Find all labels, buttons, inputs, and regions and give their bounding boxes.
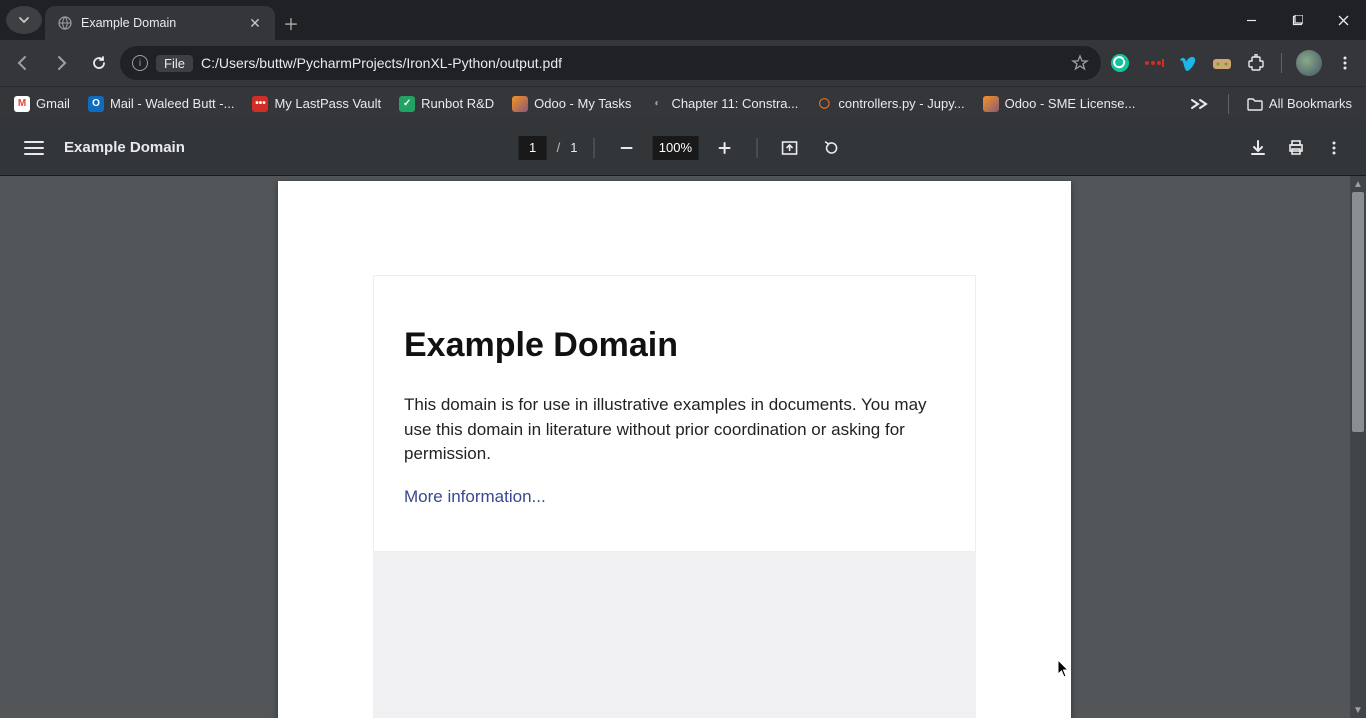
tab-search-button[interactable] [6,6,42,34]
scroll-up-arrow-icon[interactable]: ▲ [1350,176,1366,192]
url-text: C:/Users/buttw/PycharmProjects/IronXL-Py… [201,55,1063,71]
bookmark-favicon [512,96,528,112]
separator [1228,94,1229,114]
bookmark-label: Gmail [36,96,70,111]
bookmark-favicon: M [14,96,30,112]
scroll-down-arrow-icon[interactable]: ▼ [1350,702,1366,718]
bookmark-item[interactable]: Odoo - My Tasks [506,92,637,116]
tab-title: Example Domain [81,16,239,30]
separator [756,138,757,158]
pdf-viewer-toolbar: Example Domain 1 / 1 100% [0,120,1366,176]
bookmark-favicon: O [88,96,104,112]
bookmark-label: Chapter 11: Constra... [671,96,798,111]
new-tab-button[interactable]: ＋ [275,6,307,40]
bookmark-item[interactable]: ✓ Runbot R&D [393,92,500,116]
extension-misc-icon[interactable] [1207,48,1237,78]
window-controls [1228,0,1366,40]
download-button[interactable] [1242,132,1274,164]
rotate-button[interactable] [815,132,847,164]
all-bookmarks-label: All Bookmarks [1269,96,1352,111]
document-blank-area [373,552,976,718]
zoom-in-button[interactable] [708,132,740,164]
zoom-level-input[interactable]: 100% [652,136,698,160]
bookmark-item[interactable]: ◐ Chapter 11: Constra... [643,92,804,116]
scrollbar-thumb[interactable] [1352,192,1364,432]
document-heading: Example Domain [404,326,945,365]
reload-button[interactable] [82,46,116,80]
zoom-out-button[interactable] [610,132,642,164]
page-separator: / [557,140,561,155]
bookmark-item[interactable]: M Gmail [8,92,76,116]
document-content-box: Example Domain This domain is for use in… [373,275,976,552]
pdf-page: Example Domain This domain is for use in… [278,181,1071,718]
bookmarks-overflow-button[interactable] [1182,94,1216,114]
pdf-more-button[interactable] [1318,132,1350,164]
bookmark-favicon [983,96,999,112]
extensions-button[interactable] [1241,48,1271,78]
fit-to-page-button[interactable] [773,132,805,164]
pdf-menu-button[interactable] [16,130,52,166]
pdf-toolbar-right [1242,132,1350,164]
maximize-button[interactable] [1274,0,1320,40]
page-total: 1 [570,140,577,155]
extension-lastpass-icon[interactable] [1139,48,1169,78]
titlebar-drag-area [307,0,1228,40]
bookmark-item[interactable]: ◯ controllers.py - Jupy... [810,92,970,116]
folder-icon [1247,97,1263,111]
bookmark-favicon: ◐ [649,96,665,112]
extension-vimeo-icon[interactable] [1173,48,1203,78]
bookmark-favicon: ◯ [816,96,832,112]
bookmark-item[interactable]: Odoo - SME License... [977,92,1142,116]
site-info-icon[interactable]: i [132,55,148,71]
browser-titlebar: Example Domain ✕ ＋ [0,0,1366,40]
minimize-button[interactable] [1228,0,1274,40]
more-information-link[interactable]: More information... [404,487,546,506]
scrollbar-track[interactable] [1352,192,1364,702]
globe-icon [57,15,73,31]
document-paragraph: This domain is for use in illustrative e… [404,393,945,467]
pdf-viewport[interactable]: Example Domain This domain is for use in… [0,176,1366,718]
pdf-toolbar-center: 1 / 1 100% [519,132,848,164]
address-bar[interactable]: i File C:/Users/buttw/PycharmProjects/Ir… [120,46,1101,80]
browser-tab[interactable]: Example Domain ✕ [45,6,275,40]
bookmark-star-icon[interactable] [1071,54,1089,72]
bookmark-label: Odoo - My Tasks [534,96,631,111]
bookmark-label: My LastPass Vault [274,96,381,111]
bookmark-item[interactable]: O Mail - Waleed Butt -... [82,92,241,116]
page-number-input[interactable]: 1 [519,136,547,160]
bookmark-label: Mail - Waleed Butt -... [110,96,235,111]
profile-avatar[interactable] [1296,50,1322,76]
extension-grammarly-icon[interactable] [1105,48,1135,78]
bookmark-label: Odoo - SME License... [1005,96,1136,111]
bookmarks-bar: M Gmail O Mail - Waleed Butt -... ••• My Last… [0,86,1366,120]
pdf-document-title: Example Domain [64,139,185,156]
print-button[interactable] [1280,132,1312,164]
all-bookmarks-button[interactable]: All Bookmarks [1241,92,1358,115]
browser-menu-button[interactable] [1330,48,1360,78]
bookmark-item[interactable]: ••• My LastPass Vault [246,92,387,116]
vertical-scrollbar[interactable]: ▲ ▼ [1350,176,1366,718]
close-window-button[interactable] [1320,0,1366,40]
url-scheme-chip: File [156,55,193,72]
bookmark-label: controllers.py - Jupy... [838,96,964,111]
bookmark-favicon: ✓ [399,96,415,112]
back-button[interactable] [6,46,40,80]
forward-button[interactable] [44,46,78,80]
separator [593,138,594,158]
bookmark-favicon: ••• [252,96,268,112]
separator [1281,53,1282,73]
close-tab-button[interactable]: ✕ [247,15,263,32]
bookmark-label: Runbot R&D [421,96,494,111]
address-bar-row: i File C:/Users/buttw/PycharmProjects/Ir… [0,40,1366,86]
